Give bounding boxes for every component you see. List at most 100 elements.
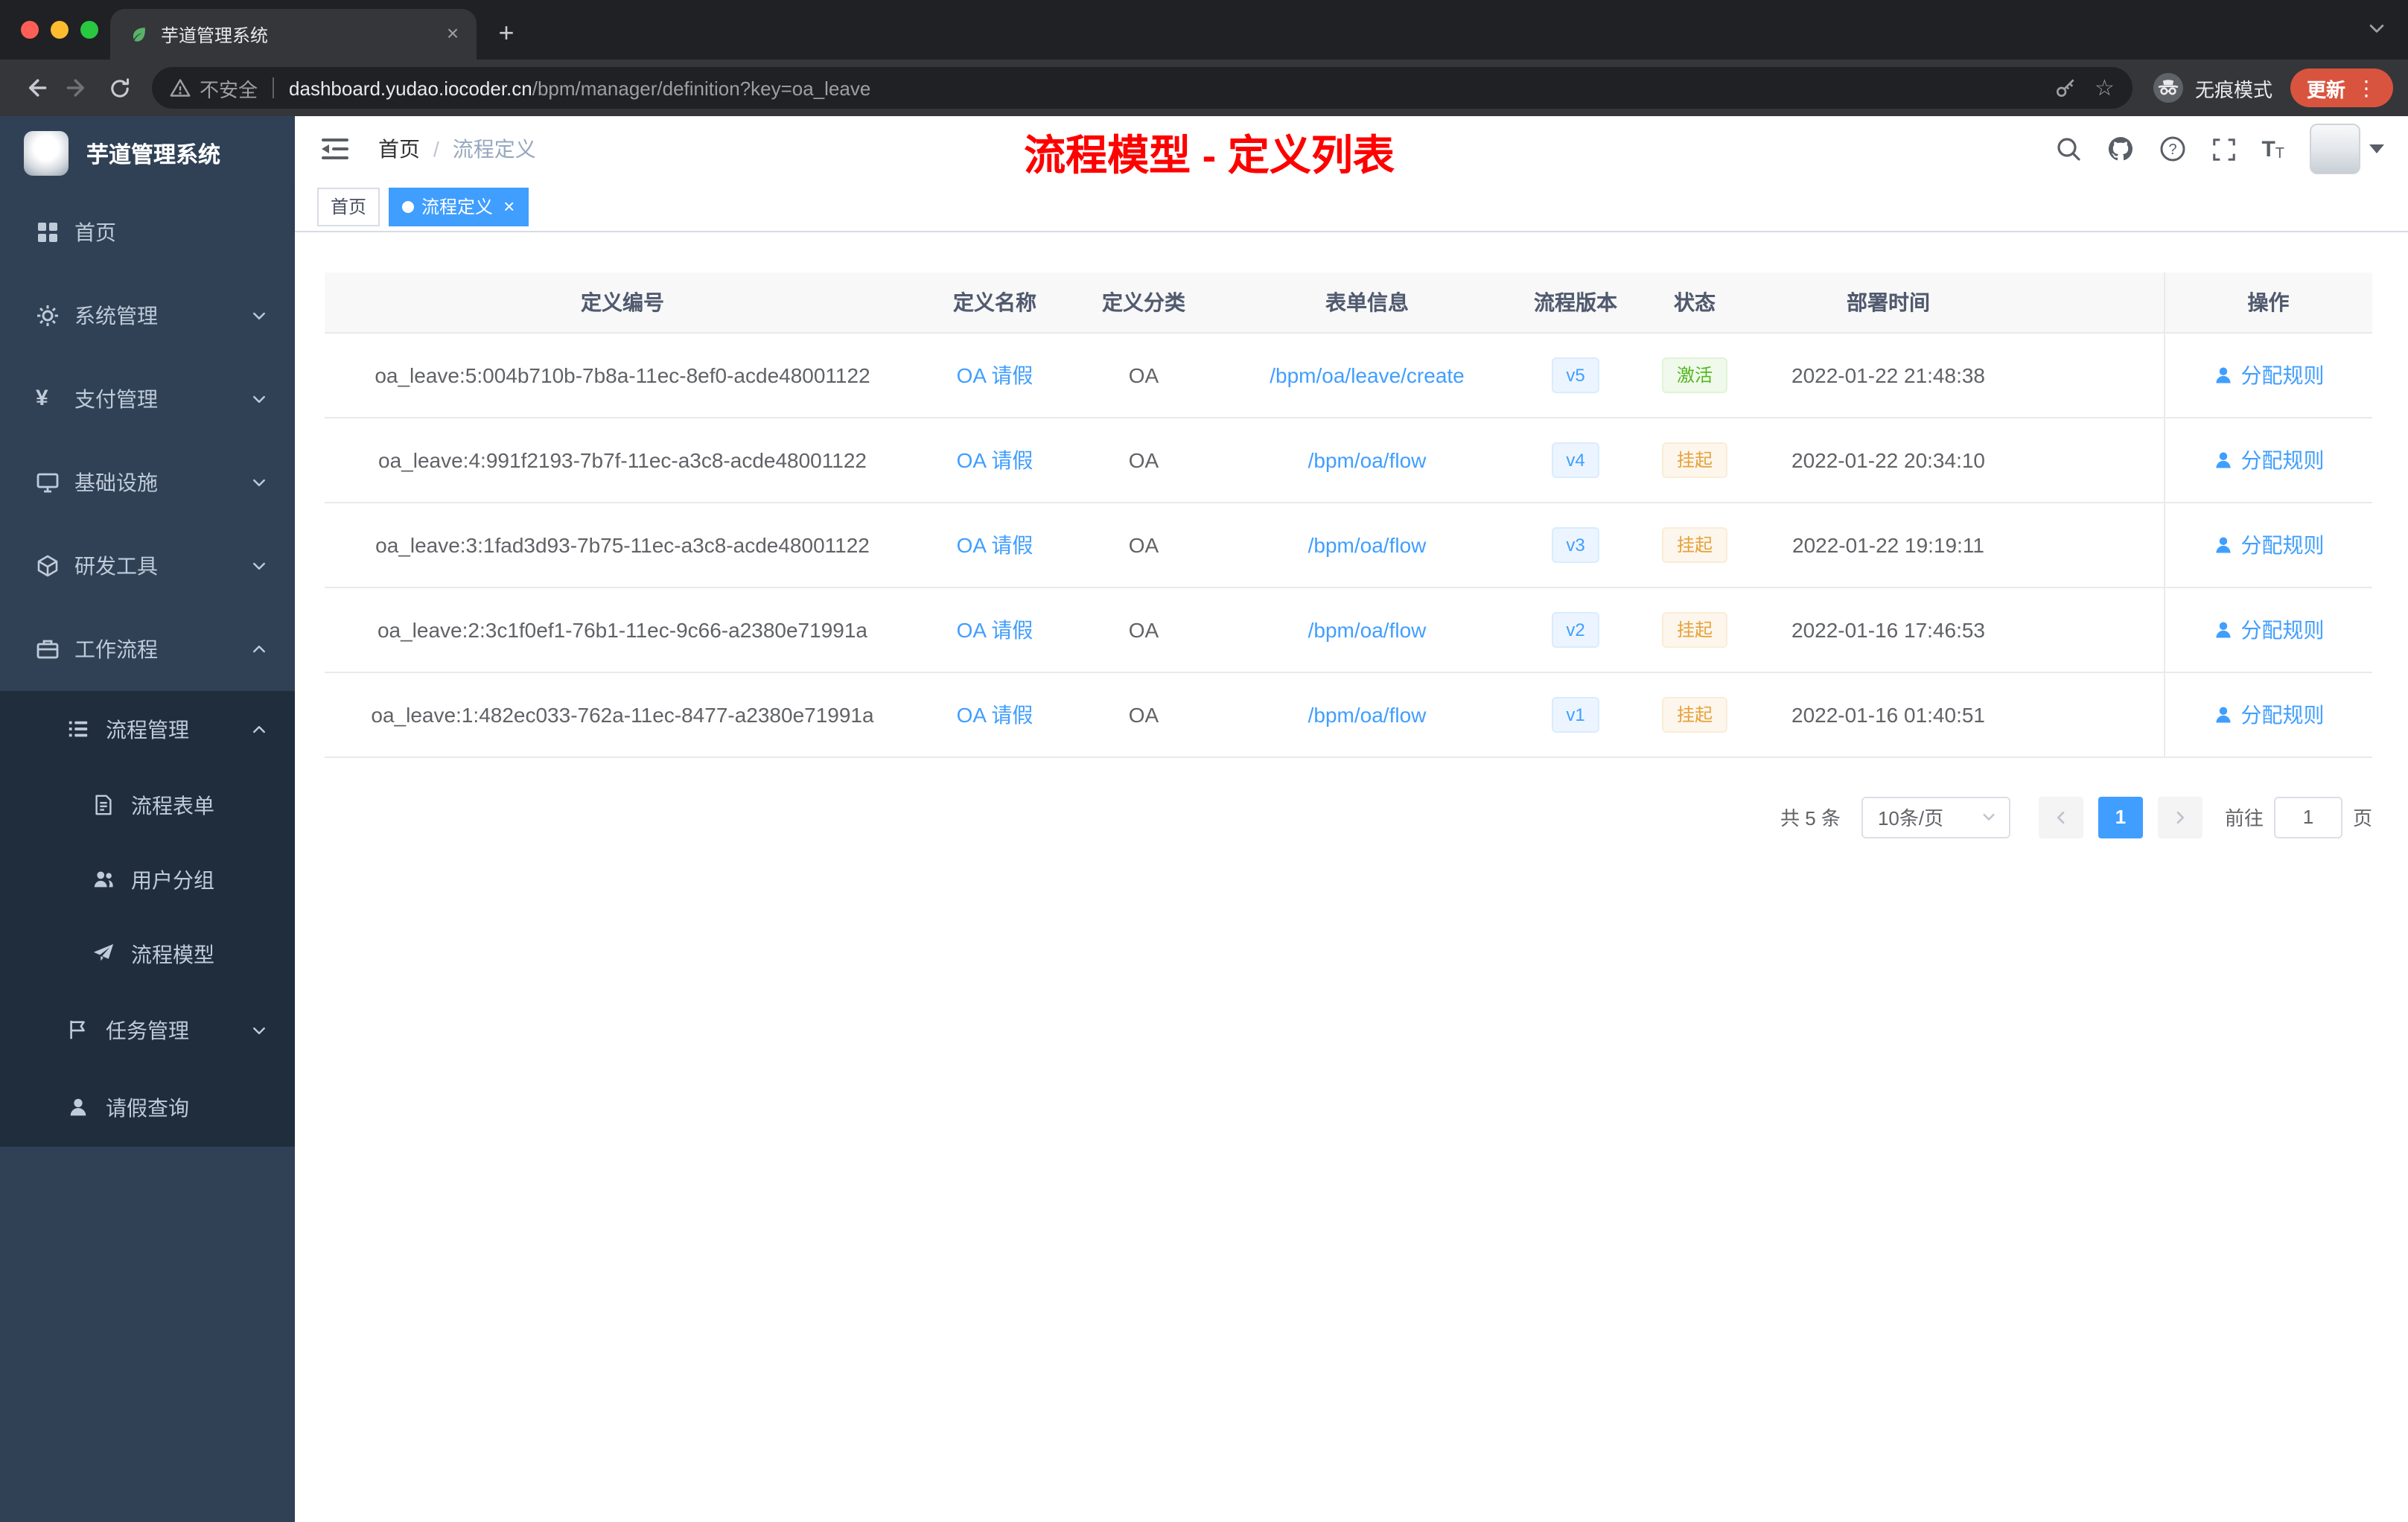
sidebar-item-home[interactable]: 首页 xyxy=(0,191,295,274)
sidebar-item-devtools[interactable]: 研发工具 xyxy=(0,524,295,608)
breadcrumb-home[interactable]: 首页 xyxy=(378,134,420,164)
prev-page-button[interactable] xyxy=(2038,796,2083,838)
sidebar-item-process-model[interactable]: 流程模型 xyxy=(0,917,295,992)
new-tab-button[interactable]: + xyxy=(485,13,527,55)
tags-view-bar: 首页 流程定义 × xyxy=(295,182,2408,232)
document-icon xyxy=(92,794,116,818)
avatar[interactable] xyxy=(2310,124,2360,174)
definition-name-link[interactable]: OA 请假 xyxy=(957,617,1033,641)
definition-id: oa_leave:2:3c1f0ef1-76b1-11ec-9c66-a2380… xyxy=(325,587,920,672)
close-window-button[interactable] xyxy=(21,21,39,39)
tag-process-definition[interactable]: 流程定义 × xyxy=(389,187,529,226)
version-badge: v2 xyxy=(1551,611,1600,647)
deploy-time: 2022-01-22 21:48:38 xyxy=(1754,332,2022,418)
col-operation: 操作 xyxy=(2163,273,2372,333)
form-link[interactable]: /bpm/oa/leave/create xyxy=(1270,363,1465,386)
password-key-icon[interactable] xyxy=(2053,76,2077,100)
sidebar-item-process-form[interactable]: 流程表单 xyxy=(0,768,295,843)
definition-name-link[interactable]: OA 请假 xyxy=(957,702,1033,726)
person-icon xyxy=(67,1096,91,1120)
assign-rule-link[interactable]: 分配规则 xyxy=(2213,360,2325,389)
assign-rule-link[interactable]: 分配规则 xyxy=(2213,614,2325,644)
security-warning-icon[interactable] xyxy=(170,77,191,98)
chevron-up-icon xyxy=(250,721,268,739)
goto-page-input[interactable] xyxy=(2273,796,2342,838)
browser-window: 芋道管理系统 × + 不安全 dashboard.yudao.iocoder.c… xyxy=(0,0,2408,1522)
assign-rule-link[interactable]: 分配规则 xyxy=(2213,445,2325,474)
sidebar-item-task-management[interactable]: 任务管理 xyxy=(0,992,295,1069)
assign-rule-link[interactable]: 分配规则 xyxy=(2213,529,2325,559)
col-form-info: 表单信息 xyxy=(1218,273,1516,333)
list-icon xyxy=(67,718,91,742)
forward-button[interactable] xyxy=(57,67,98,109)
github-icon[interactable] xyxy=(2106,136,2133,162)
total-count-label: 共 5 条 xyxy=(1780,807,1841,830)
search-icon[interactable] xyxy=(2054,136,2081,162)
definition-name-link[interactable]: OA 请假 xyxy=(957,363,1033,386)
definition-name-link[interactable]: OA 请假 xyxy=(957,532,1033,556)
table-row: oa_leave:2:3c1f0ef1-76b1-11ec-9c66-a2380… xyxy=(325,587,2372,672)
definition-id: oa_leave:5:004b710b-7b8a-11ec-8ef0-acde4… xyxy=(325,332,920,418)
form-link[interactable]: /bpm/oa/flow xyxy=(1308,617,1427,641)
user-menu[interactable] xyxy=(2310,124,2384,174)
font-size-icon[interactable]: TT xyxy=(2261,136,2284,162)
status-badge: 挂起 xyxy=(1661,611,1727,647)
sidebar-item-leave-query[interactable]: 请假查询 xyxy=(0,1069,295,1147)
assign-rule-link[interactable]: 分配规则 xyxy=(2213,699,2325,729)
page-number-button[interactable]: 1 xyxy=(2098,796,2143,838)
sidebar-item-system[interactable]: 系统管理 xyxy=(0,274,295,357)
form-link[interactable]: /bpm/oa/flow xyxy=(1308,702,1427,726)
address-bar[interactable]: 不安全 dashboard.yudao.iocoder.cn/bpm/manag… xyxy=(152,67,2133,109)
url-text[interactable]: dashboard.yudao.iocoder.cn/bpm/manager/d… xyxy=(289,77,870,99)
next-page-button[interactable] xyxy=(2157,796,2202,838)
sidebar-logo[interactable]: 芋道管理系统 xyxy=(0,116,295,191)
tag-close-icon[interactable]: × xyxy=(503,197,515,216)
table-row: oa_leave:4:991f2193-7b7f-11ec-a3c8-acde4… xyxy=(325,417,2372,503)
definition-category: OA xyxy=(1069,332,1218,418)
chevron-up-icon xyxy=(250,640,268,658)
col-process-version: 流程版本 xyxy=(1516,273,1635,333)
deploy-time: 2022-01-22 19:19:11 xyxy=(1754,502,2022,588)
minimize-window-button[interactable] xyxy=(51,21,69,39)
reload-button[interactable] xyxy=(98,67,140,109)
status-badge: 挂起 xyxy=(1661,442,1727,477)
status-badge: 激活 xyxy=(1661,357,1727,392)
tab-title: 芋道管理系统 xyxy=(161,25,269,45)
browser-menu-icon[interactable]: ⋮ xyxy=(2356,75,2377,101)
col-definition-category: 定义分类 xyxy=(1069,273,1218,333)
tab-search-icon[interactable] xyxy=(2366,18,2387,39)
chevron-down-icon xyxy=(250,474,268,491)
sidebar-item-infrastructure[interactable]: 基础设施 xyxy=(0,441,295,524)
monitor-icon xyxy=(36,471,60,494)
security-label[interactable]: 不安全 xyxy=(200,74,258,102)
tab-close-icon[interactable]: × xyxy=(441,22,465,46)
definition-name-link[interactable]: OA 请假 xyxy=(957,448,1033,471)
breadcrumb-current: 流程定义 xyxy=(452,137,536,161)
flag-icon xyxy=(67,1019,91,1042)
sidebar-toggle-button[interactable] xyxy=(319,133,351,165)
update-button[interactable]: 更新 ⋮ xyxy=(2290,69,2393,107)
browser-toolbar: 不安全 dashboard.yudao.iocoder.cn/bpm/manag… xyxy=(0,60,2408,116)
fullscreen-icon[interactable] xyxy=(2211,136,2236,162)
definition-category: OA xyxy=(1069,502,1218,588)
help-icon[interactable]: ? xyxy=(2159,136,2185,162)
definition-category: OA xyxy=(1069,587,1218,672)
sidebar-item-user-group[interactable]: 用户分组 xyxy=(0,843,295,917)
browser-tab[interactable]: 芋道管理系统 × xyxy=(110,9,477,60)
sidebar: 芋道管理系统 首页 系统管理 ¥ 支付管理 基础设施 研发工具 工作流程 流程管… xyxy=(0,116,295,1522)
col-definition-id: 定义编号 xyxy=(325,273,920,333)
sidebar-item-payment[interactable]: ¥ 支付管理 xyxy=(0,357,295,441)
form-link[interactable]: /bpm/oa/flow xyxy=(1308,532,1427,556)
tag-home[interactable]: 首页 xyxy=(317,187,380,226)
back-button[interactable] xyxy=(15,67,57,109)
definition-category: OA xyxy=(1069,672,1218,757)
omnibox-divider xyxy=(273,77,275,98)
page-size-select[interactable]: 10条/页 xyxy=(1861,796,2010,838)
form-link[interactable]: /bpm/oa/flow xyxy=(1308,448,1427,471)
bookmark-star-icon[interactable]: ☆ xyxy=(2095,74,2115,101)
sidebar-item-workflow[interactable]: 工作流程 xyxy=(0,608,295,691)
page-annotation: 流程模型 - 定义列表 xyxy=(1024,133,1395,179)
zoom-window-button[interactable] xyxy=(80,21,98,39)
browser-tab-strip: 芋道管理系统 × + xyxy=(0,0,2408,60)
sidebar-item-process-management[interactable]: 流程管理 xyxy=(0,691,295,768)
